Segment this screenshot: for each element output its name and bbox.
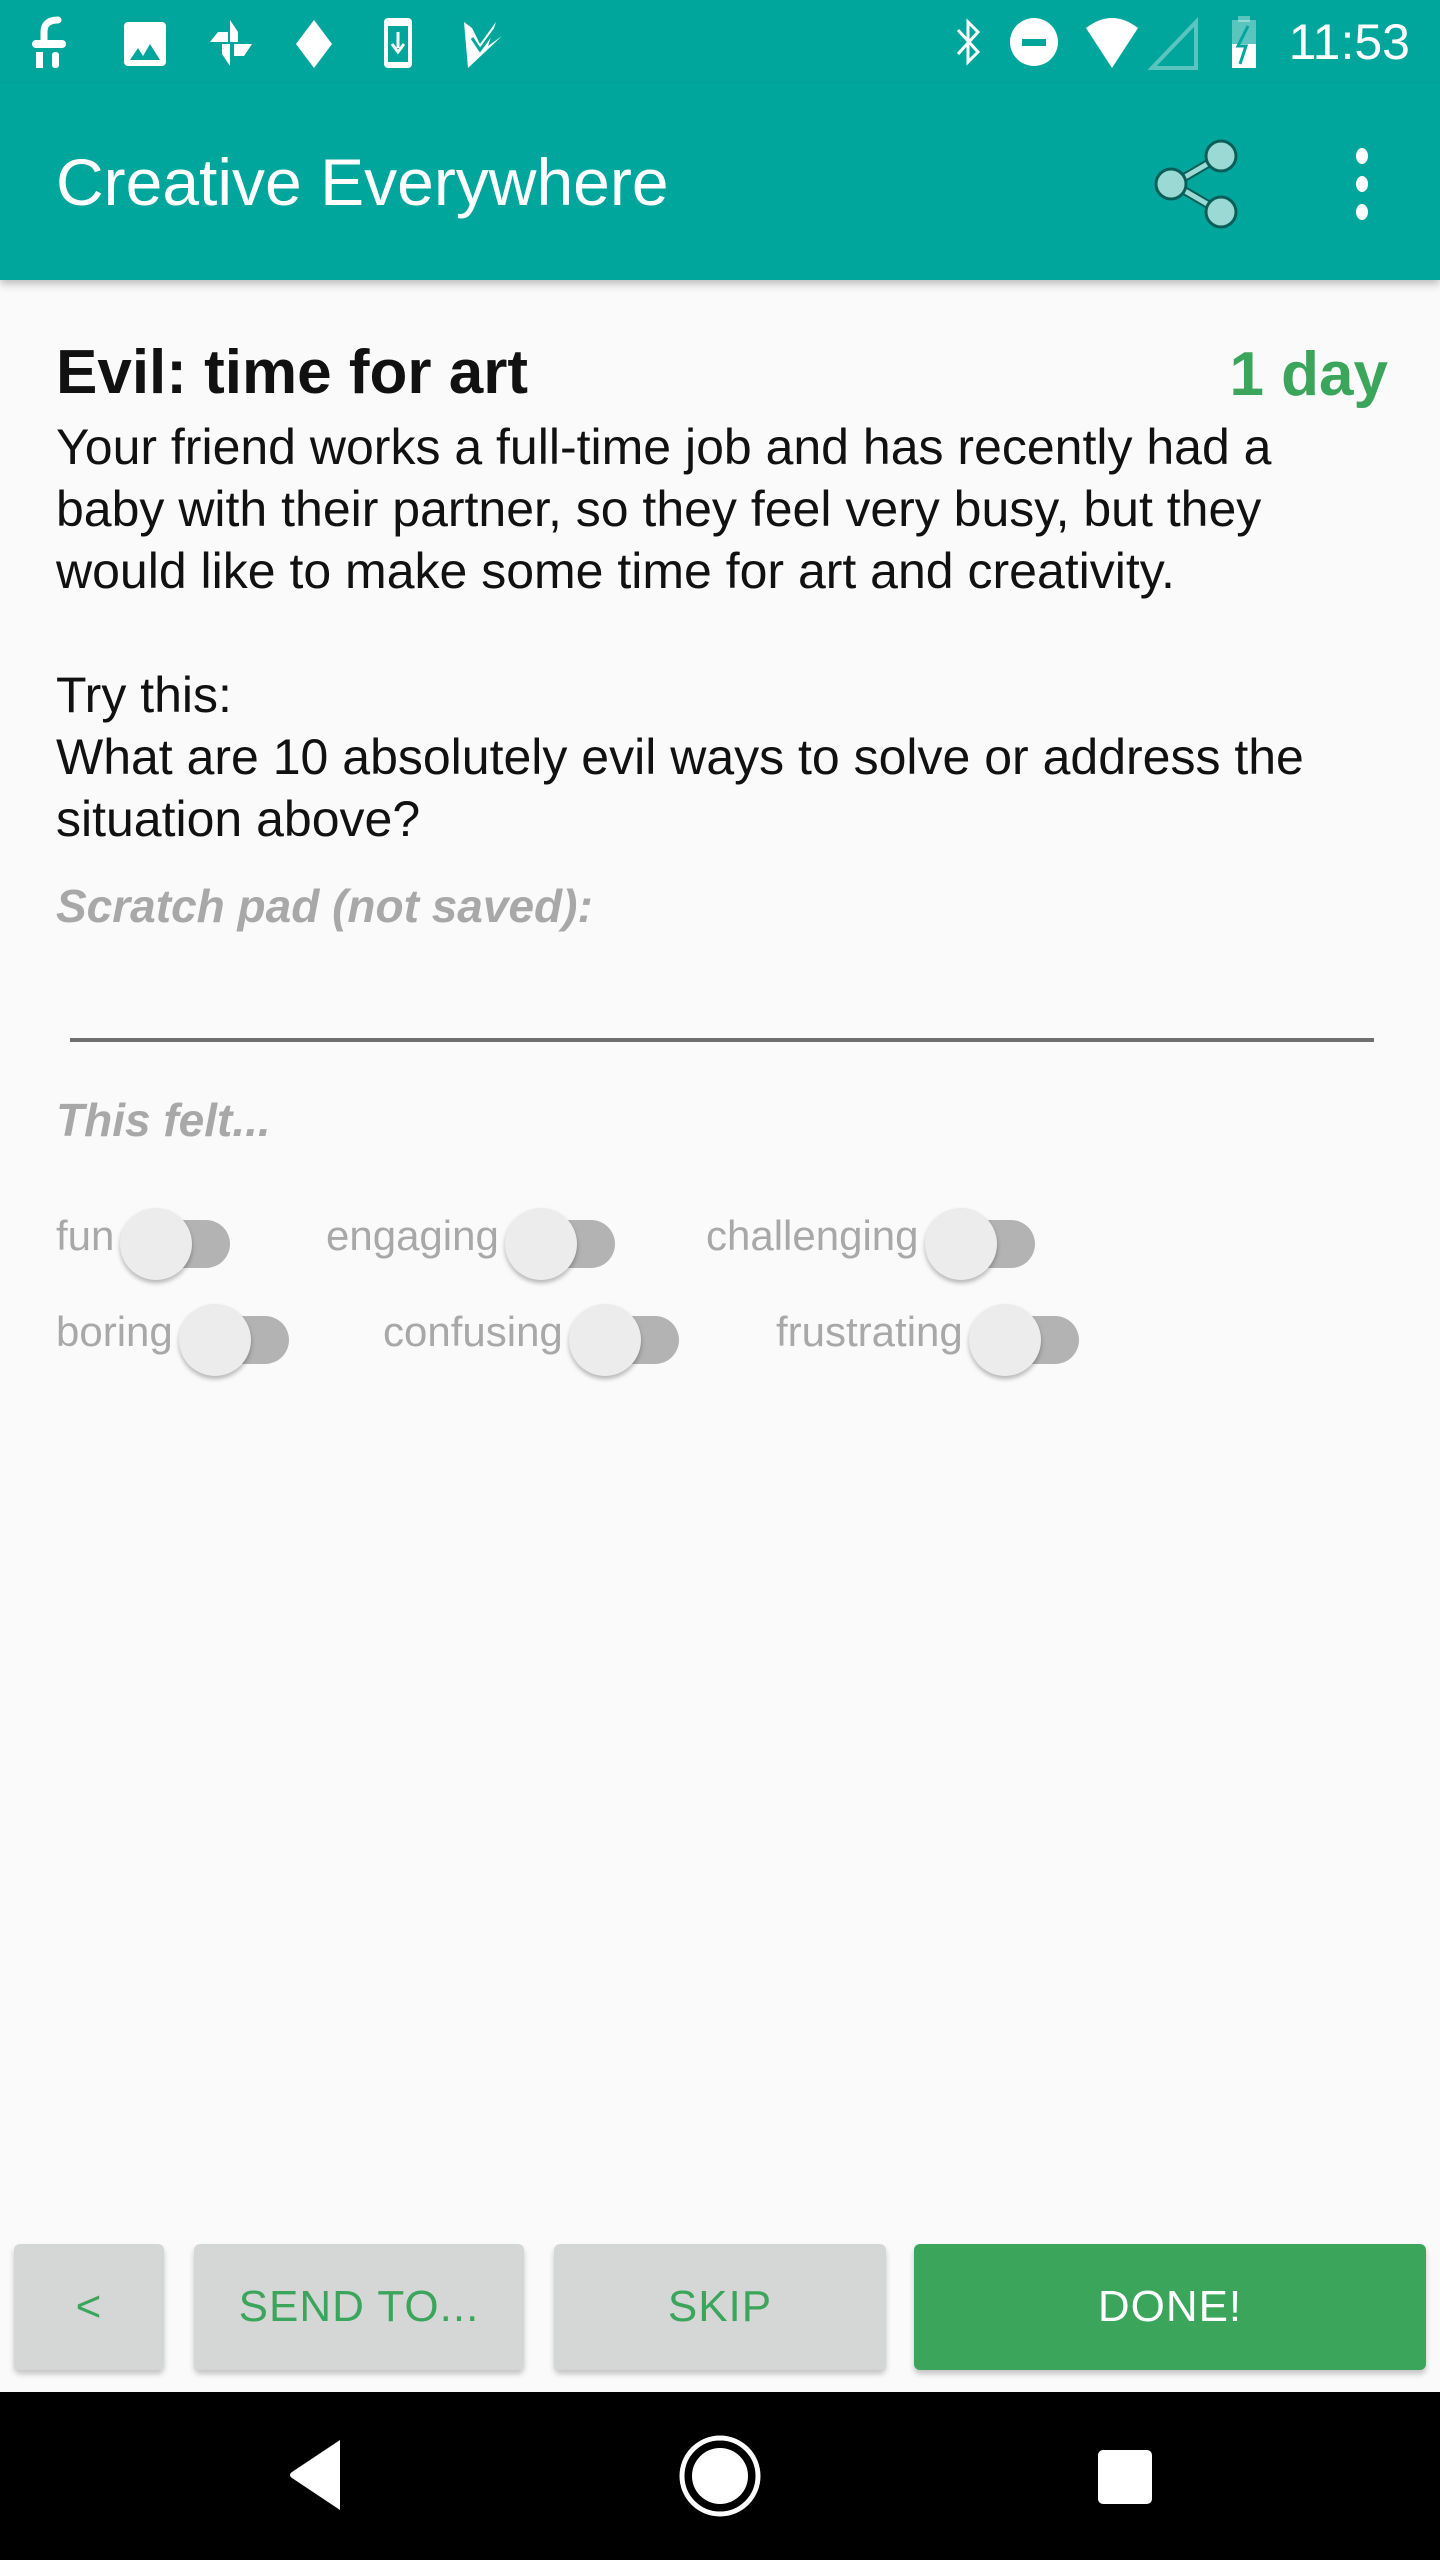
do-not-disturb-icon [1006, 14, 1062, 70]
toggle-label: challenging [706, 1212, 919, 1259]
share-icon [1154, 139, 1238, 229]
system-nav-bar [0, 2392, 1440, 2560]
done-button[interactable]: DONE! [914, 2244, 1426, 2370]
action-buttons: < SEND TO... SKIP DONE! [0, 2244, 1440, 2374]
send-to-button[interactable]: SEND TO... [194, 2244, 524, 2370]
confusing-switch[interactable] [568, 1296, 685, 1376]
challenging-switch[interactable] [924, 1200, 1041, 1280]
more-options-button[interactable] [1330, 134, 1390, 234]
toggle-engaging[interactable]: engaging [326, 1188, 621, 1284]
share-button[interactable] [1145, 134, 1245, 234]
toggle-label: confusing [383, 1308, 563, 1355]
phone-download-icon [372, 14, 428, 70]
challenge-description: Your friend works a full-time job and ha… [56, 419, 1286, 599]
nav-home-button[interactable] [670, 2426, 770, 2526]
toggle-label: frustrating [776, 1308, 963, 1355]
frustrating-switch[interactable] [968, 1296, 1085, 1376]
toggle-fun[interactable]: fun [56, 1188, 236, 1284]
back-icon [290, 2440, 340, 2510]
toggle-confusing[interactable]: confusing [383, 1284, 685, 1380]
scratch-pad-input[interactable] [70, 936, 1374, 1042]
challenge-content: Evil: time for art 1 day Your friend wor… [56, 330, 1388, 1380]
home-icon [679, 2435, 761, 2517]
toggle-label: fun [56, 1212, 115, 1259]
status-time: 11:53 [1288, 14, 1410, 70]
toggle-boring[interactable]: boring [56, 1284, 295, 1380]
diamond-icon [286, 14, 342, 70]
feedback-label: This felt... [56, 1094, 271, 1146]
app-bar: Creative Everywhere [0, 84, 1440, 280]
status-bar: 11:53 [0, 0, 1440, 84]
toggle-challenging[interactable]: challenging [706, 1188, 1041, 1284]
challenge-header: Evil: time for art 1 day [56, 330, 1388, 416]
app-title: Creative Everywhere [56, 145, 669, 219]
fun-switch[interactable] [120, 1200, 236, 1280]
toggle-frustrating[interactable]: frustrating [776, 1284, 1085, 1380]
due-badge: 1 day [1229, 340, 1388, 409]
bluetooth-icon [940, 14, 996, 70]
boring-switch[interactable] [178, 1296, 295, 1376]
feedback-row-2: boring confusing frustrating [56, 1284, 1386, 1380]
skip-button[interactable]: SKIP [554, 2244, 886, 2370]
engaging-switch[interactable] [504, 1200, 621, 1280]
nav-back-button[interactable] [268, 2426, 368, 2526]
battery-charging-icon [1218, 14, 1274, 70]
try-this-label: Try this: [56, 667, 232, 723]
pinwheel-icon [204, 14, 260, 70]
recents-icon [1098, 2450, 1152, 2504]
cell-signal-icon [1146, 14, 1202, 70]
checkbox-icon [458, 14, 514, 70]
toggle-label: boring [56, 1308, 173, 1355]
toggle-label: engaging [326, 1212, 499, 1259]
challenge-title: Evil: time for art [56, 338, 528, 407]
back-button[interactable]: < [14, 2244, 164, 2370]
feedback-row-1: fun engaging challenging [56, 1188, 1386, 1284]
nav-recents-button[interactable] [1074, 2426, 1174, 2526]
bulb-app-icon [28, 14, 84, 70]
image-icon [118, 14, 174, 70]
wifi-icon [1084, 14, 1140, 70]
more-vert-icon [1356, 148, 1368, 220]
scratch-pad-label: Scratch pad (not saved): [56, 880, 593, 932]
challenge-prompt: What are 10 absolutely evil ways to solv… [56, 729, 1318, 847]
